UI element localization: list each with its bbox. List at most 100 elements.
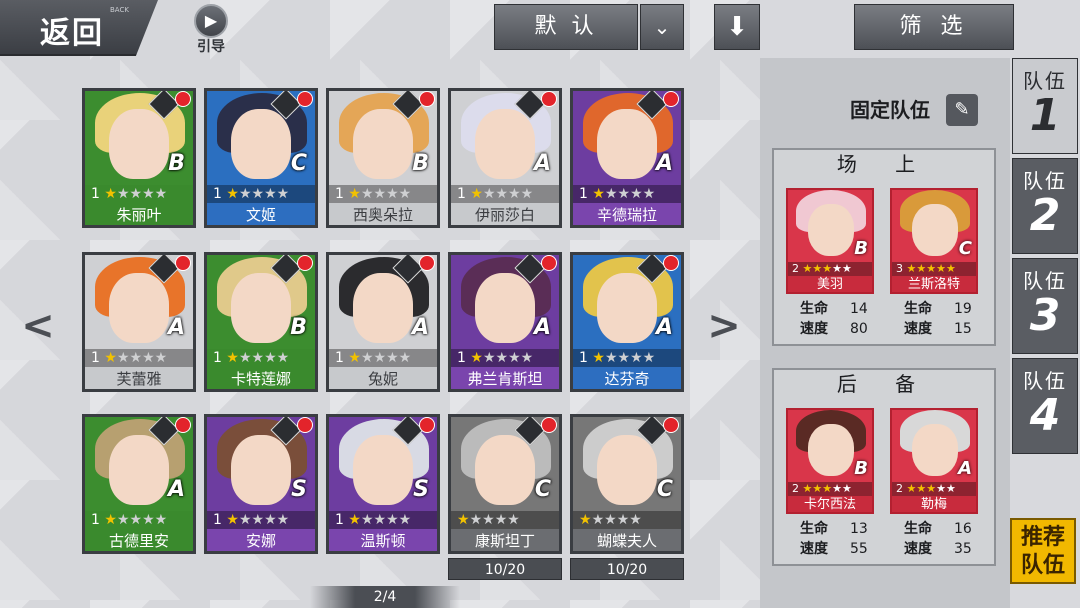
stat-speed-label: 速度 <box>800 321 828 337</box>
back-button[interactable]: 返回 BACK <box>0 0 158 56</box>
hero-card[interactable]: A 1 ★★★★★ 伊丽莎白 <box>448 88 562 228</box>
field-header: 场 上 <box>836 152 932 176</box>
star-rating: 1 ★★★★★ <box>85 349 193 367</box>
hero-name: 勒梅 <box>892 496 976 512</box>
grade-badge: B <box>290 315 307 340</box>
chevron-right-icon[interactable]: > <box>698 300 750 352</box>
star-rating: 2 ★★★★★ <box>788 482 872 496</box>
guide-button[interactable]: ▶ 引导 <box>186 4 236 55</box>
reserve-header: 后 备 <box>836 372 932 396</box>
star-rating: 1 ★★★★★ <box>329 185 437 203</box>
notification-dot-icon <box>297 255 313 271</box>
recommend-team-button[interactable]: 推荐队伍 <box>1010 518 1076 584</box>
team-member-card[interactable]: B 2 ★★★★★ 美羽 <box>786 188 874 294</box>
hero-name: 蝴蝶夫人 <box>573 529 681 551</box>
star-rating: 2 ★★★★★ <box>892 482 976 496</box>
hero-name: 芙蕾雅 <box>85 367 193 389</box>
stat-hp-label: 生命 <box>904 521 932 537</box>
level-text: 1 <box>335 512 344 528</box>
star-rating: 1 ★★★★★ <box>85 511 193 529</box>
hero-face <box>475 109 535 179</box>
hero-card[interactable]: C 1 ★★★★★ 文姬 <box>204 88 318 228</box>
notification-dot-icon <box>419 255 435 271</box>
grade-badge: C <box>656 477 673 502</box>
hero-card[interactable]: S 1 ★★★★★ 安娜 <box>204 414 318 554</box>
hero-card[interactable]: A 1 ★★★★★ 兔妮 <box>326 252 440 392</box>
team-tab-2[interactable]: 队伍 2 <box>1012 158 1078 254</box>
level-text: 1 <box>579 350 588 366</box>
fragment-count: 10/20 <box>570 558 684 580</box>
chevron-left-icon[interactable]: < <box>12 300 64 352</box>
star-rating: 2 ★★★★★ <box>788 262 872 276</box>
stat-hp-label: 生命 <box>800 521 828 537</box>
team-member-card[interactable]: C 3 ★★★★★ 兰斯洛特 <box>890 188 978 294</box>
notification-dot-icon <box>297 417 313 433</box>
level-text: 1 <box>457 350 466 366</box>
hero-card[interactable]: B 1 ★★★★★ 西奥朵拉 <box>326 88 440 228</box>
hero-face <box>231 273 291 343</box>
notification-dot-icon <box>541 91 557 107</box>
chevron-down-icon[interactable]: ⌄ <box>640 4 684 50</box>
grade-badge: B <box>854 238 868 259</box>
hero-name: 辛德瑞拉 <box>573 203 681 225</box>
hero-card[interactable]: C ★★★★★ 康斯坦丁 <box>448 414 562 554</box>
stat-hp-value: 16 <box>954 521 972 537</box>
level-text: 1 <box>213 512 222 528</box>
grade-badge: A <box>167 315 185 340</box>
grade-badge: A <box>533 315 551 340</box>
hero-face <box>912 424 958 476</box>
notification-dot-icon <box>175 91 191 107</box>
hero-name: 文姬 <box>207 203 315 225</box>
hero-card[interactable]: B 1 ★★★★★ 卡特莲娜 <box>204 252 318 392</box>
hero-card[interactable]: A 1 ★★★★★ 芙蕾雅 <box>82 252 196 392</box>
star-rating: 1 ★★★★★ <box>329 349 437 367</box>
star-rating: 1 ★★★★★ <box>451 185 559 203</box>
team-member-card[interactable]: B 2 ★★★★★ 卡尔西法 <box>786 408 874 514</box>
filter-button[interactable]: 筛 选 <box>854 4 1014 50</box>
hero-face <box>597 109 657 179</box>
hero-face <box>597 273 657 343</box>
stat-hp-value: 14 <box>850 301 868 317</box>
back-sub-label: BACK <box>110 6 129 14</box>
stat-speed: 速度 80 <box>800 318 868 338</box>
hero-name: 朱丽叶 <box>85 203 193 225</box>
hero-card[interactable]: C ★★★★★ 蝴蝶夫人 <box>570 414 684 554</box>
notification-dot-icon <box>663 417 679 433</box>
team-member-card[interactable]: A 2 ★★★★★ 勒梅 <box>890 408 978 514</box>
star-rating: ★★★★★ <box>573 511 681 529</box>
hero-face <box>353 273 413 343</box>
hero-card[interactable]: S 1 ★★★★★ 温斯顿 <box>326 414 440 554</box>
play-icon: ▶ <box>194 4 228 38</box>
hero-card[interactable]: A 1 ★★★★★ 达芬奇 <box>570 252 684 392</box>
grade-badge: S <box>291 477 307 502</box>
hero-face <box>231 109 291 179</box>
notification-dot-icon <box>175 417 191 433</box>
hero-name: 美羽 <box>788 276 872 292</box>
grade-badge: C <box>534 477 551 502</box>
hero-name: 安娜 <box>207 529 315 551</box>
hero-name: 温斯顿 <box>329 529 437 551</box>
level-text: 1 <box>335 350 344 366</box>
stat-speed: 速度 55 <box>800 538 868 558</box>
hero-name: 康斯坦丁 <box>451 529 559 551</box>
team-tab-1[interactable]: 队伍 1 <box>1012 58 1078 154</box>
stat-hp-value: 13 <box>850 521 868 537</box>
hero-card[interactable]: A 1 ★★★★★ 古德里安 <box>82 414 196 554</box>
pencil-icon[interactable]: ✎ <box>946 94 978 126</box>
arrow-down-icon[interactable]: ⬇ <box>714 4 760 50</box>
hero-card[interactable]: A 1 ★★★★★ 弗兰肯斯坦 <box>448 252 562 392</box>
grade-badge: S <box>413 477 429 502</box>
team-tab-3[interactable]: 队伍 3 <box>1012 258 1078 354</box>
grade-badge: A <box>958 458 972 479</box>
stat-hp: 生命 13 <box>800 518 868 538</box>
notification-dot-icon <box>663 255 679 271</box>
hero-card[interactable]: B 1 ★★★★★ 朱丽叶 <box>82 88 196 228</box>
team-tab-4[interactable]: 队伍 4 <box>1012 358 1078 454</box>
sort-button[interactable]: 默 认 <box>494 4 638 50</box>
grade-badge: A <box>533 151 551 176</box>
level-text: 1 <box>91 512 100 528</box>
hero-card[interactable]: A 1 ★★★★★ 辛德瑞拉 <box>570 88 684 228</box>
hero-name: 伊丽莎白 <box>451 203 559 225</box>
notification-dot-icon <box>419 417 435 433</box>
hero-face <box>231 435 291 505</box>
